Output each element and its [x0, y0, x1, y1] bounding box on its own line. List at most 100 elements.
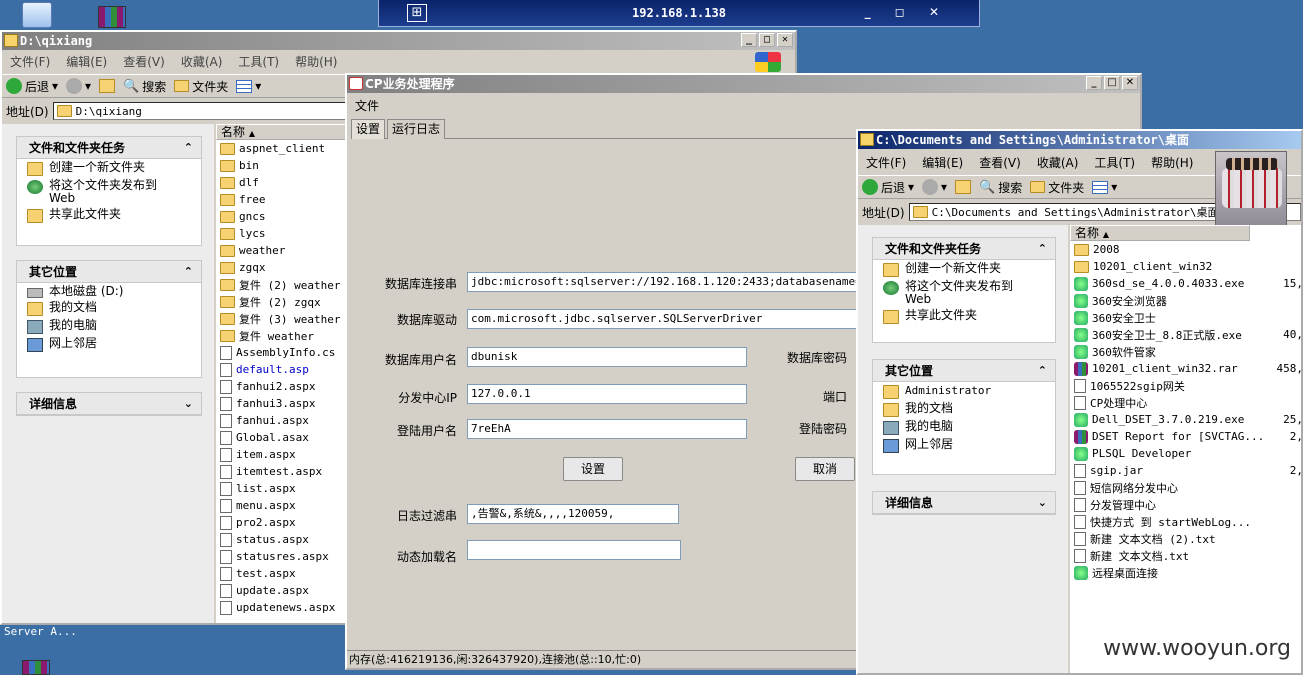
collapse-icon[interactable]: ⌃	[184, 137, 193, 159]
file-row[interactable]: 360安全卫士	[1070, 309, 1301, 326]
minimize-button[interactable]: _	[1086, 76, 1102, 90]
menu-file[interactable]: 文件(F)	[10, 52, 50, 72]
back-button[interactable]: 后退 ▾	[862, 179, 914, 196]
taskbar-label[interactable]: Server A...	[4, 625, 77, 638]
file-row[interactable]: 新建 文本文档 (2).txt	[1070, 530, 1301, 547]
views-button[interactable]: ▾	[1092, 180, 1117, 194]
file-row[interactable]: 1065522sgip网关	[1070, 377, 1301, 394]
file-row[interactable]: 快捷方式 到 startWebLog...	[1070, 513, 1301, 530]
file-tasks-header[interactable]: 文件和文件夹任务 ⌃	[17, 137, 201, 159]
tab-run-log[interactable]: 运行日志	[387, 119, 446, 139]
window-titlebar[interactable]: CP业务处理程序 _ □ ✕	[347, 75, 1140, 93]
menu-favorites[interactable]: 收藏(A)	[1037, 153, 1079, 173]
file-row[interactable]: 360安全浏览器	[1070, 292, 1301, 309]
menu-file[interactable]: 文件	[355, 97, 379, 114]
file-row[interactable]: PLSQL Developer	[1070, 445, 1301, 462]
minimize-button[interactable]: _	[741, 33, 757, 47]
file-row[interactable]: 新建 文本文档.txt	[1070, 547, 1301, 564]
menu-favorites[interactable]: 收藏(A)	[181, 52, 223, 72]
close-button[interactable]: ✕	[777, 33, 793, 47]
other-places-header[interactable]: 其它位置 ⌃	[17, 261, 201, 283]
file-name: gncs	[239, 210, 266, 223]
menu-help[interactable]: 帮助(H)	[295, 52, 337, 72]
expand-icon[interactable]: ⌄	[1038, 492, 1047, 514]
window-titlebar[interactable]: D:\qixiang _ □ ✕	[2, 32, 795, 50]
place-my-documents[interactable]: 我的文档	[873, 400, 1055, 418]
desktop-shortcut-icon[interactable]	[22, 2, 52, 28]
task-share-folder[interactable]: 共享此文件夹	[873, 307, 1055, 325]
file-row[interactable]: 360sd_se_4.0.0.4033.exe 15,	[1070, 275, 1301, 292]
file-row[interactable]: 远程桌面连接	[1070, 564, 1301, 581]
close-button[interactable]: ✕	[1122, 76, 1138, 90]
views-button[interactable]: ▾	[236, 79, 261, 93]
details-header[interactable]: 详细信息 ⌄	[873, 492, 1055, 514]
winrar-icon-bottom[interactable]	[22, 660, 50, 675]
db-user-input[interactable]: dbunisk	[467, 347, 747, 367]
file-row[interactable]: CP处理中心	[1070, 394, 1301, 411]
task-new-folder[interactable]: 创建一个新文件夹	[17, 159, 201, 177]
place-my-computer[interactable]: 我的电脑	[873, 418, 1055, 436]
collapse-icon[interactable]: ⌃	[184, 261, 193, 283]
log-filter-input[interactable]: ,告警&,系统&,,,,120059,	[467, 504, 679, 524]
file-row[interactable]: DSET Report for [SVCTAG... 2,	[1070, 428, 1301, 445]
file-row[interactable]: 10201_client_win32.rar 458,	[1070, 360, 1301, 377]
dyn-load-input[interactable]	[467, 540, 681, 560]
menu-file[interactable]: 文件(F)	[866, 153, 906, 173]
menu-view[interactable]: 查看(V)	[979, 153, 1021, 173]
maximize-button[interactable]: □	[759, 33, 775, 47]
search-button[interactable]: 🔍 搜索	[123, 78, 166, 95]
folders-button[interactable]: 文件夹	[1030, 179, 1084, 196]
file-row[interactable]: 360安全卫士_8.8正式版.exe 40,	[1070, 326, 1301, 343]
address-label: 地址(D)	[862, 205, 905, 220]
db-conn-input[interactable]: jdbc:microsoft:sqlserver://192.168.1.120…	[467, 272, 859, 292]
file-row[interactable]: 短信网络分发中心	[1070, 479, 1301, 496]
folders-button[interactable]: 文件夹	[174, 78, 228, 95]
maximize-button[interactable]: □	[1104, 76, 1120, 90]
file-row[interactable]: sgip.jar 2,	[1070, 462, 1301, 479]
menu-edit[interactable]: 编辑(E)	[922, 153, 963, 173]
menu-edit[interactable]: 编辑(E)	[66, 52, 107, 72]
task-publish-web[interactable]: 将这个文件夹发布到 Web	[873, 278, 1055, 307]
window-titlebar[interactable]: C:\Documents and Settings\Administrator\…	[858, 131, 1301, 149]
winrar-icon[interactable]	[98, 6, 126, 28]
file-row[interactable]: 360软件管家	[1070, 343, 1301, 360]
task-publish-web[interactable]: 将这个文件夹发布到 Web	[17, 177, 201, 206]
forward-button[interactable]: ▾	[66, 78, 91, 94]
file-row[interactable]: 分发管理中心	[1070, 496, 1301, 513]
details-header[interactable]: 详细信息 ⌄	[17, 393, 201, 415]
menu-tools[interactable]: 工具(T)	[1094, 153, 1135, 173]
place-local-disk[interactable]: 本地磁盘 (D:)	[17, 283, 201, 299]
search-button[interactable]: 🔍 搜索	[979, 179, 1022, 196]
back-button[interactable]: 后退 ▾	[6, 78, 58, 95]
login-user-input[interactable]: 7reEhA	[467, 419, 747, 439]
menu-view[interactable]: 查看(V)	[123, 52, 165, 72]
center-ip-input[interactable]: 127.0.0.1	[467, 384, 747, 404]
file-tasks-header[interactable]: 文件和文件夹任务 ⌃	[873, 238, 1055, 260]
collapse-icon[interactable]: ⌃	[1038, 360, 1047, 382]
up-folder-button[interactable]	[955, 180, 972, 194]
file-row[interactable]: 2008	[1070, 241, 1301, 258]
place-network[interactable]: 网上邻居	[873, 436, 1055, 454]
file-row[interactable]: 10201_client_win32	[1070, 258, 1301, 275]
place-my-computer[interactable]: 我的电脑	[17, 317, 201, 335]
remote-window-controls[interactable]: _ ◻ ✕	[865, 5, 949, 19]
expand-icon[interactable]: ⌄	[184, 393, 193, 415]
cancel-button[interactable]: 取消	[795, 457, 855, 481]
place-my-documents[interactable]: 我的文档	[17, 299, 201, 317]
forward-button[interactable]: ▾	[922, 179, 947, 195]
file-icon	[220, 515, 232, 530]
column-header-name[interactable]: 名称 ▲	[1070, 225, 1250, 241]
db-driver-input[interactable]: com.microsoft.jdbc.sqlserver.SQLServerDr…	[467, 309, 859, 329]
collapse-icon[interactable]: ⌃	[1038, 238, 1047, 260]
menu-help[interactable]: 帮助(H)	[1151, 153, 1193, 173]
tab-settings[interactable]: 设置	[351, 119, 386, 139]
other-places-header[interactable]: 其它位置 ⌃	[873, 360, 1055, 382]
place-administrator[interactable]: Administrator	[873, 382, 1055, 400]
place-network[interactable]: 网上邻居	[17, 335, 201, 353]
set-button[interactable]: 设置	[563, 457, 623, 481]
file-row[interactable]: Dell_DSET_3.7.0.219.exe 25,	[1070, 411, 1301, 428]
up-folder-button[interactable]	[99, 79, 116, 93]
menu-tools[interactable]: 工具(T)	[238, 52, 279, 72]
task-share-folder[interactable]: 共享此文件夹	[17, 206, 201, 224]
task-new-folder[interactable]: 创建一个新文件夹	[873, 260, 1055, 278]
